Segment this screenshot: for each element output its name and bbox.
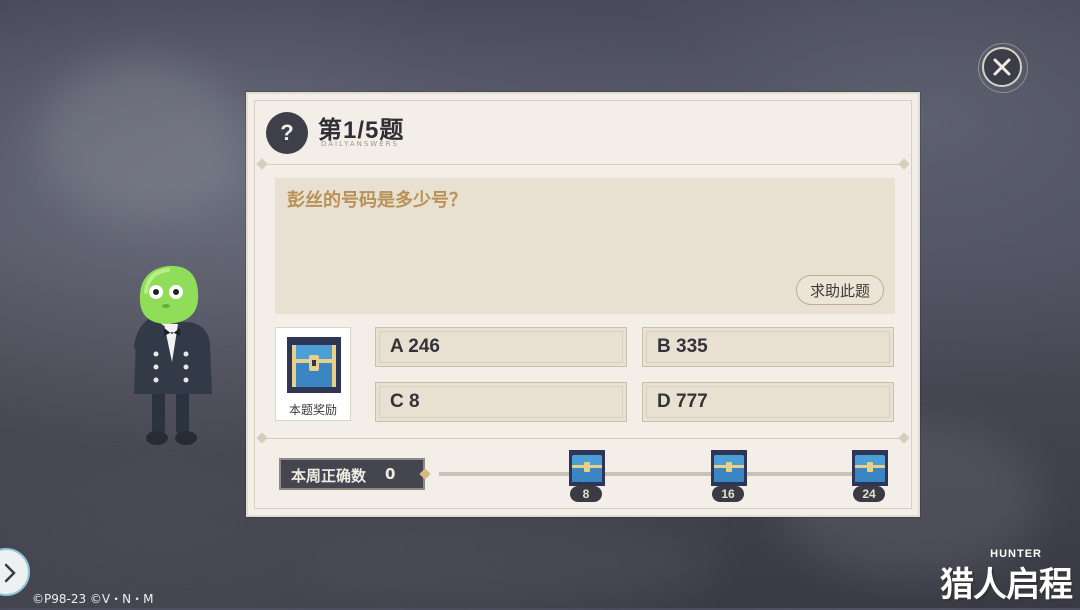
weekly-correct-value: 0 [385,465,396,483]
quiz-panel: ? 第1/5题 DAILYANSWERS 彭丝的号码是多少号？ 求助此题 本题奖… [246,92,920,517]
option-c-label: C 8 [390,391,420,412]
logo-chinese: 猎人启程 [940,565,1073,605]
divider [256,158,910,170]
option-d-button[interactable]: D 777 [642,382,894,422]
copyright-text: ©P98-23 ©V・N・M [32,592,154,606]
reward-label: 本题奖励 [288,403,337,417]
mascot-character [134,265,212,445]
background-blur [40,60,240,220]
background-blur [300,520,720,610]
quiz-subtitle: DAILYANSWERS [321,140,399,148]
treasure-chest-icon [569,450,605,486]
option-a-button[interactable]: A 246 [375,327,627,367]
milestone-reward-3[interactable]: 24 [850,450,890,504]
close-button[interactable] [978,43,1028,93]
question-mark-icon: ? [266,112,308,154]
ask-help-button[interactable]: 求助此题 [796,275,884,305]
milestone-reward-2[interactable]: 16 [709,450,749,504]
treasure-chest-icon [287,337,341,393]
game-logo: HUNTER 猎人启程 [936,548,1073,605]
progress-track [439,472,879,476]
milestone-value: 24 [853,486,885,502]
milestone-value: 8 [570,486,602,502]
question-box: 彭丝的号码是多少号？ 求助此题 [275,178,895,314]
option-a-label: A 246 [390,336,440,357]
milestone-reward-1[interactable]: 8 [567,450,607,504]
option-c-button[interactable]: C 8 [375,382,627,422]
weekly-correct-count: 本周正确数 0 [279,458,425,490]
divider [256,432,910,444]
question-reward[interactable]: 本题奖励 [275,327,351,421]
weekly-correct-label: 本周正确数 [291,467,367,485]
chevron-right-icon [4,563,16,583]
expand-side-button[interactable] [0,548,30,596]
question-text: 彭丝的号码是多少号？ [287,190,467,211]
option-d-label: D 777 [657,391,708,412]
treasure-chest-icon [852,450,888,486]
milestone-value: 16 [712,486,744,502]
option-b-label: B 335 [657,336,708,357]
close-icon [993,58,1011,76]
treasure-chest-icon [711,450,747,486]
option-b-button[interactable]: B 335 [642,327,894,367]
